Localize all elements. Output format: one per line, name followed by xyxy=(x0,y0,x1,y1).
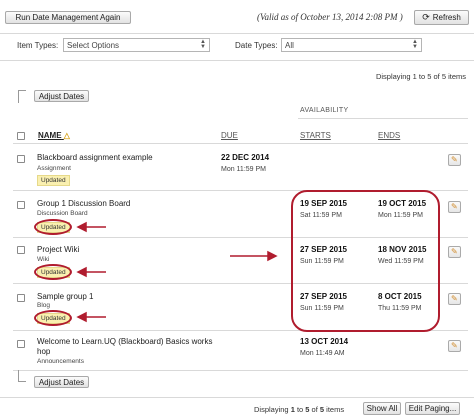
arrowhead-icon xyxy=(267,250,278,262)
annotation-arrows xyxy=(76,221,278,323)
arrowhead-icon xyxy=(76,311,87,323)
arrowhead-icon xyxy=(76,266,87,278)
arrowhead-icon xyxy=(76,221,87,233)
